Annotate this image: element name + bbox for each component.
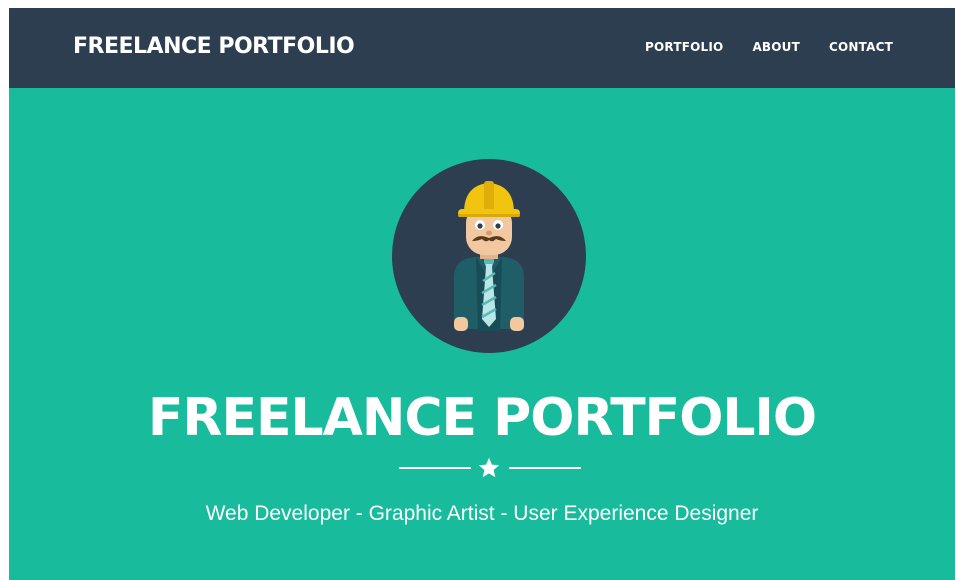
star-divider bbox=[399, 456, 581, 480]
star-icon bbox=[478, 457, 500, 478]
nav-link-contact[interactable]: CONTACT bbox=[829, 40, 893, 54]
nav-link-portfolio[interactable]: PORTFOLIO bbox=[645, 40, 723, 54]
construction-worker-avatar-icon bbox=[392, 159, 586, 353]
divider-line-left bbox=[399, 467, 471, 469]
hero-title: FREELANCE PORTFOLIO bbox=[147, 388, 817, 448]
divider-line-right bbox=[509, 467, 581, 469]
brand-link[interactable]: FREELANCE PORTFOLIO bbox=[73, 34, 355, 59]
navbar: FREELANCE PORTFOLIO PORTFOLIO ABOUT CONT… bbox=[9, 8, 955, 88]
hero-section: FREELANCE PORTFOLIO Web Developer - Grap… bbox=[9, 88, 955, 580]
nav-link-about[interactable]: ABOUT bbox=[752, 40, 800, 54]
hero-subtitle: Web Developer - Graphic Artist - User Ex… bbox=[205, 502, 759, 525]
nav-links: PORTFOLIO ABOUT CONTACT bbox=[645, 40, 893, 54]
page-frame: FREELANCE PORTFOLIO PORTFOLIO ABOUT CONT… bbox=[9, 8, 955, 580]
